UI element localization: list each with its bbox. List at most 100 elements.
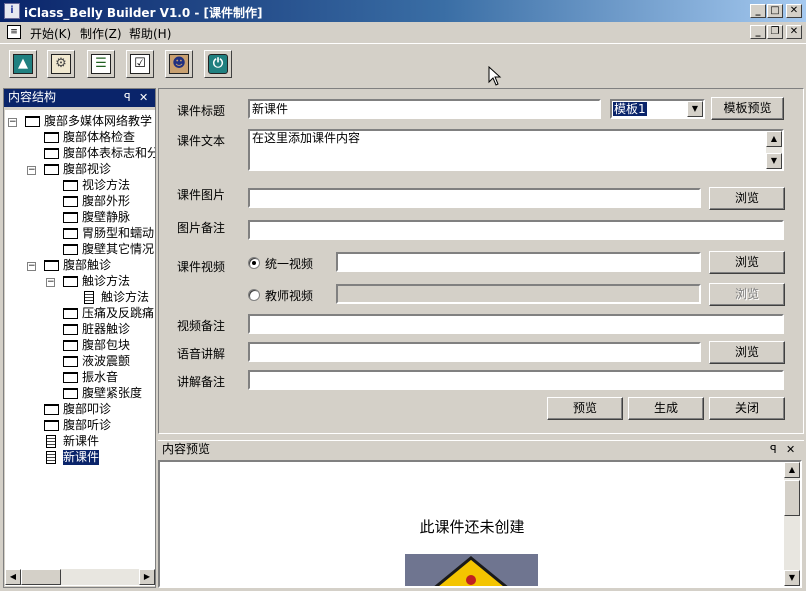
teacher-video-label[interactable]: 教师视频 <box>265 287 313 304</box>
tree-node[interactable]: − 腹部触诊 <box>5 258 155 274</box>
tree-node[interactable]: 视诊方法 <box>5 178 155 194</box>
menu-start[interactable]: 开始(K) <box>30 25 71 42</box>
settings-icon: ⚙ <box>51 54 71 74</box>
video-browse-button[interactable]: 浏览 <box>709 251 785 274</box>
power-icon: ⏻ <box>208 54 228 74</box>
collapse-icon[interactable]: − <box>46 278 55 287</box>
scroll-down-icon[interactable]: ▼ <box>766 153 782 169</box>
tree-node[interactable]: 腹部包块 <box>5 338 155 354</box>
app-icon[interactable]: i <box>4 3 20 19</box>
text-vscrollbar[interactable]: ▲ ▼ <box>766 131 782 169</box>
close-icon[interactable]: ✕ <box>786 4 802 18</box>
image-input[interactable] <box>248 188 701 208</box>
tree-node[interactable]: 新课件 <box>5 450 155 466</box>
mdi-restore-icon[interactable]: ❐ <box>767 25 783 39</box>
folder-icon <box>63 196 78 207</box>
pin-icon[interactable]: ꟼ <box>124 89 131 106</box>
tree-node[interactable]: 压痛及反跳痛 <box>5 306 155 322</box>
audio-browse-button[interactable]: 浏览 <box>709 341 785 364</box>
folder-icon <box>63 212 78 223</box>
audio-input[interactable] <box>248 342 701 362</box>
preview-button[interactable]: 预览 <box>547 397 623 420</box>
preview-scroll-up-icon[interactable]: ▲ <box>784 462 800 478</box>
template-select[interactable]: 模板1 ▼ <box>610 99 705 119</box>
tree-node[interactable]: 脏器触诊 <box>5 322 155 338</box>
preview-pin-icon[interactable]: ꟼ <box>770 441 777 458</box>
toolbar-people-button[interactable]: ☻ <box>165 50 193 78</box>
minimize-icon[interactable]: _ <box>750 4 766 18</box>
tree-node[interactable]: 腹部外形 <box>5 194 155 210</box>
tree-node[interactable]: 振水音 <box>5 370 155 386</box>
toolbar-checklist-button[interactable]: ☑ <box>126 50 154 78</box>
collapse-icon[interactable]: − <box>27 166 36 175</box>
video-note-input[interactable] <box>248 314 784 334</box>
image-note-input[interactable] <box>248 220 784 240</box>
tree-hscrollbar[interactable]: ◀ ▶ <box>5 569 155 585</box>
tree-node[interactable]: − 腹部多媒体网络教学 <box>5 114 155 130</box>
navigate-icon: ▲ <box>13 54 33 74</box>
tree-node-label: 新课件 <box>63 450 100 465</box>
text-area-value: 在这里添加课件内容 <box>252 131 361 145</box>
toolbar-power-button[interactable]: ⏻ <box>204 50 232 78</box>
content-tree[interactable]: − 腹部多媒体网络教学 腹部体格检查 腹部体表标志和分 − 腹部视诊 视诊方法腹部外形 腹壁静… <box>5 110 155 586</box>
tree-node[interactable]: 胃肠型和蠕动 <box>5 226 155 242</box>
folder-icon <box>63 372 78 383</box>
toolbar-list-button[interactable]: ☰ <box>87 50 115 78</box>
image-browse-button[interactable]: 浏览 <box>709 187 785 210</box>
tree-node[interactable]: 腹部体表标志和分 <box>5 146 155 162</box>
maximize-icon[interactable]: □ <box>767 4 783 18</box>
menu-help[interactable]: 帮助(H) <box>129 25 171 42</box>
tree-node-label: 腹壁静脉 <box>82 210 131 224</box>
document-menu-icon[interactable]: ≡ <box>7 25 21 39</box>
title-label: 课件标题 <box>177 104 226 118</box>
radio-teacher-video[interactable] <box>248 289 260 301</box>
scroll-thumb[interactable] <box>21 569 61 585</box>
title-input[interactable]: 新课件 <box>248 99 601 119</box>
tree-node[interactable]: 腹壁紧张度 <box>5 386 155 402</box>
toolbar-settings-button[interactable]: ⚙ <box>47 50 75 78</box>
audio-note-input[interactable] <box>248 370 784 390</box>
preview-scroll-thumb[interactable] <box>784 480 800 516</box>
video-label: 课件视频 <box>177 260 226 274</box>
menu-make[interactable]: 制作(Z) <box>80 25 122 42</box>
text-area[interactable]: 在这里添加课件内容 ▲ ▼ <box>248 129 784 171</box>
collapse-icon[interactable]: − <box>27 262 36 271</box>
folder-icon <box>63 276 78 287</box>
preview-vscrollbar[interactable]: ▲ ▼ <box>784 462 800 586</box>
tree-node-label: 新课件 <box>63 434 100 448</box>
tree-node[interactable]: 液波震颤 <box>5 354 155 370</box>
unified-video-input[interactable] <box>336 252 701 272</box>
image-note-label: 图片备注 <box>177 221 226 235</box>
mdi-close-icon[interactable]: ✕ <box>786 25 802 39</box>
scroll-left-icon[interactable]: ◀ <box>5 569 21 585</box>
preview-scroll-down-icon[interactable]: ▼ <box>784 570 800 586</box>
tree-node[interactable]: 新课件 <box>5 434 155 450</box>
radio-unified-video[interactable] <box>248 257 260 269</box>
tree-node[interactable]: 触诊方法 <box>5 290 155 306</box>
preview-close-icon[interactable]: ✕ <box>786 441 795 458</box>
tree-node[interactable]: 腹壁静脉 <box>5 210 155 226</box>
toolbar-navigate-button[interactable]: ▲ <box>9 50 37 78</box>
tree-node-label: 视诊方法 <box>82 178 131 192</box>
tree-node[interactable]: − 腹部视诊 <box>5 162 155 178</box>
tree-node[interactable]: 腹部叩诊 <box>5 402 155 418</box>
teacher-video-input <box>336 284 701 304</box>
close-button[interactable]: 关闭 <box>709 397 785 420</box>
tree-panel-close-icon[interactable]: ✕ <box>139 89 148 106</box>
tree-node[interactable]: 腹部听诊 <box>5 418 155 434</box>
scroll-right-icon[interactable]: ▶ <box>139 569 155 585</box>
tree-node[interactable]: 腹部体格检查 <box>5 130 155 146</box>
document-icon <box>46 435 56 448</box>
tree-node-label: 触诊方法 <box>101 290 150 304</box>
template-preview-button[interactable]: 模板预览 <box>711 97 784 120</box>
chevron-down-icon[interactable]: ▼ <box>687 101 703 117</box>
preview-content: 此课件还未创建 <box>160 462 784 586</box>
video-note-label: 视频备注 <box>177 319 226 333</box>
tree-node[interactable]: 腹壁其它情况 <box>5 242 155 258</box>
collapse-icon[interactable]: − <box>8 118 17 127</box>
mdi-minimize-icon[interactable]: _ <box>750 25 766 39</box>
tree-node[interactable]: − 触诊方法 <box>5 274 155 290</box>
unified-video-label[interactable]: 统一视频 <box>265 255 313 272</box>
generate-button[interactable]: 生成 <box>628 397 704 420</box>
scroll-up-icon[interactable]: ▲ <box>766 131 782 147</box>
